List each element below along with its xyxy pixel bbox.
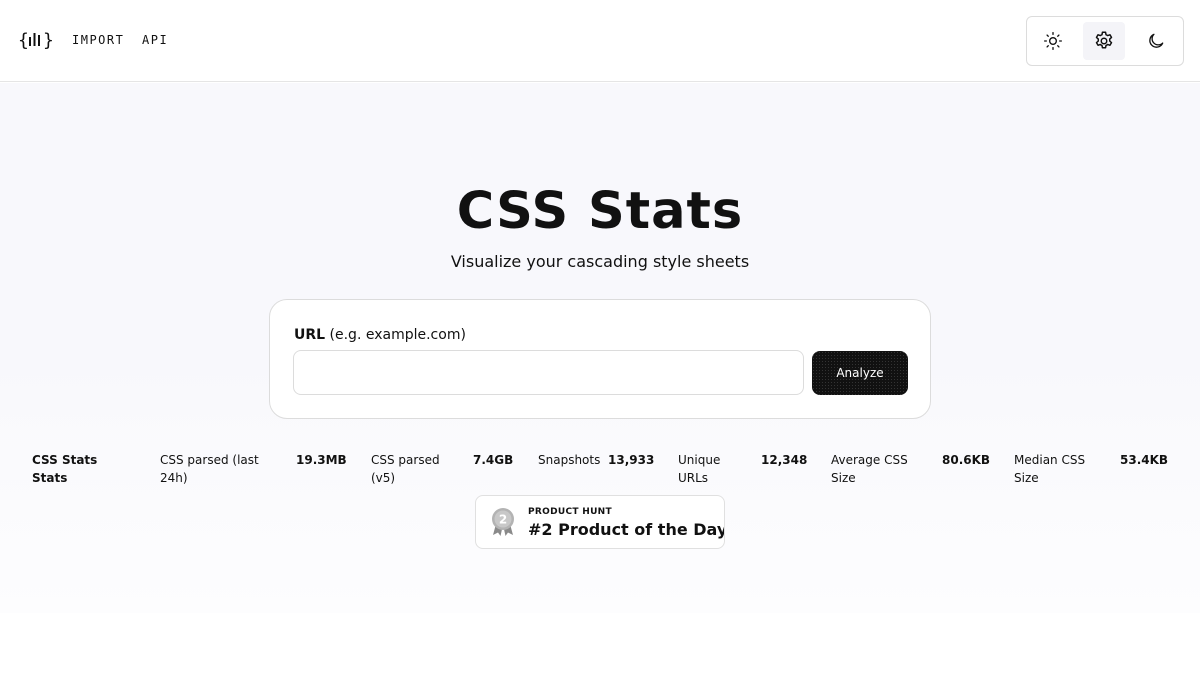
theme-switcher bbox=[1026, 16, 1184, 66]
system-theme-button[interactable] bbox=[1083, 22, 1125, 60]
medal-icon: 2 bbox=[492, 508, 514, 536]
stats-title: CSS Stats Stats bbox=[32, 453, 98, 485]
nav-api-link[interactable]: API bbox=[142, 33, 168, 47]
stat-label-snapshots: Snapshots bbox=[538, 453, 601, 467]
stat-value-median-size: 53.4KB bbox=[1120, 453, 1169, 467]
url-input[interactable] bbox=[293, 350, 804, 395]
stat-value-parsed-v5: 7.4GB bbox=[473, 453, 514, 467]
medal-number: 2 bbox=[499, 513, 507, 527]
stats-bar: CSS Stats Stats CSS parsed (last 24h) 19… bbox=[0, 451, 1200, 491]
url-label-hint: (e.g. example.com) bbox=[329, 327, 466, 343]
svg-text:}: } bbox=[43, 30, 54, 51]
light-theme-button[interactable] bbox=[1032, 22, 1074, 60]
stat-label-unique-urls: Unique URLs bbox=[678, 453, 721, 485]
url-label-strong: URL bbox=[294, 327, 326, 343]
gear-icon bbox=[1095, 31, 1113, 49]
url-form: URL (e.g. example.com) Analyze bbox=[269, 299, 931, 419]
product-hunt-badge[interactable]: 2 PRODUCT HUNT #2 Product of the Day bbox=[475, 495, 725, 549]
badge-big-text: #2 Product of the Day bbox=[528, 520, 725, 539]
stat-value-parsed-24h: 19.3MB bbox=[296, 453, 347, 467]
stat-label-parsed-24h: CSS parsed (last 24h) bbox=[160, 453, 259, 485]
nav-import-link[interactable]: IMPORT bbox=[72, 33, 124, 47]
site-header: { } IMPORT API bbox=[0, 0, 1200, 82]
stat-value-snapshots: 13,933 bbox=[608, 453, 655, 467]
badge-small-text: PRODUCT HUNT bbox=[528, 507, 612, 517]
chart-bars-braces-icon: { } bbox=[18, 30, 54, 51]
logo-icon[interactable]: { } bbox=[18, 28, 54, 52]
stat-value-average-size: 80.6KB bbox=[942, 453, 991, 467]
stat-value-unique-urls: 12,348 bbox=[761, 453, 808, 467]
stat-label-median-size: Median CSS Size bbox=[1014, 453, 1086, 485]
page-subtitle: Visualize your cascading style sheets bbox=[450, 252, 750, 271]
page-title: CSS Stats bbox=[456, 182, 744, 241]
svg-text:{: { bbox=[18, 30, 29, 51]
stat-label-parsed-v5: CSS parsed (v5) bbox=[371, 453, 440, 485]
sun-icon bbox=[1044, 31, 1062, 50]
stat-label-average-size: Average CSS Size bbox=[831, 453, 908, 485]
analyze-button[interactable]: Analyze bbox=[812, 351, 908, 395]
url-label: URL (e.g. example.com) bbox=[294, 327, 466, 343]
dark-theme-button[interactable] bbox=[1135, 22, 1177, 60]
moon-icon bbox=[1149, 33, 1164, 48]
